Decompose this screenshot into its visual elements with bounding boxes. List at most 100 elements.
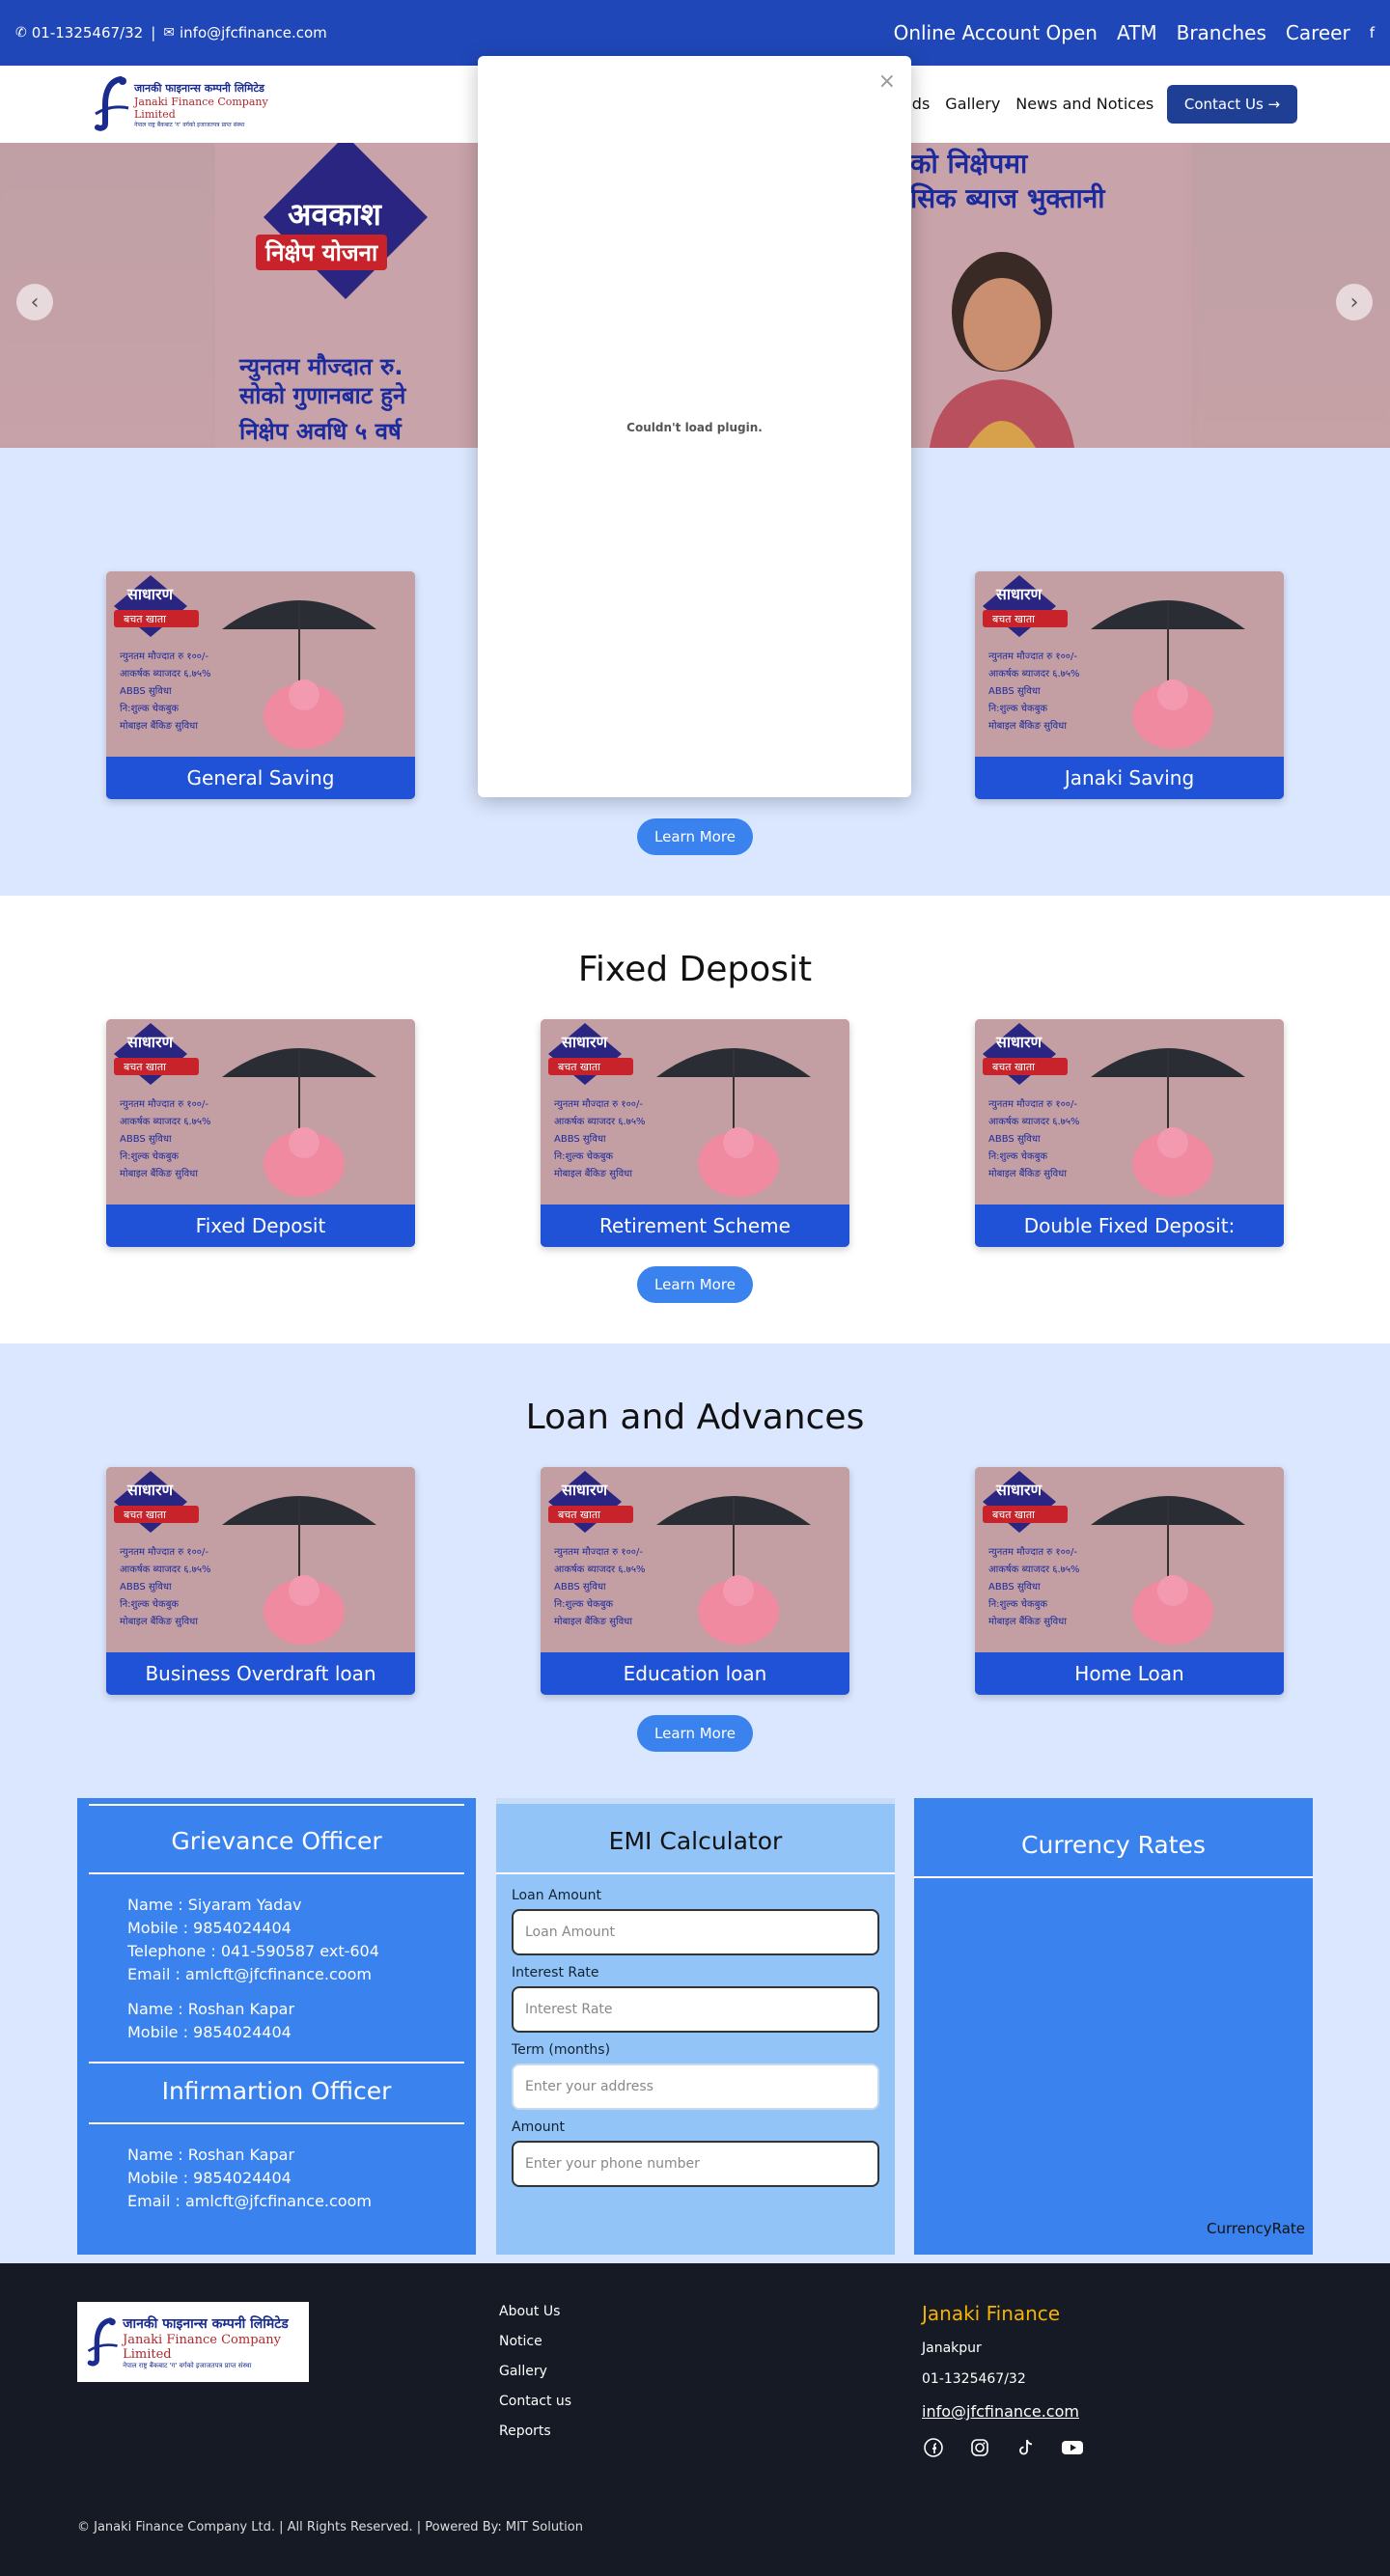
logo-english-name: Janaki Finance Company Limited — [123, 2332, 281, 2362]
career-link[interactable]: Career — [1286, 21, 1350, 44]
card-feature: न्युनतम मौज्दात रु १००/- — [988, 1099, 1077, 1110]
grievance-title: Grievance Officer — [89, 1804, 464, 1874]
card-feature: ABBS सुविधा — [988, 1582, 1041, 1593]
facebook-icon[interactable] — [922, 2436, 945, 2459]
card-badge: साधारण — [562, 1481, 608, 1499]
footer-phone: 01-1325467/32 — [922, 2371, 1026, 2387]
card-badge: साधारण — [127, 1033, 174, 1051]
slide-heading-1: को निक्षेपमा — [910, 148, 1028, 180]
nav-item-gallery[interactable]: Gallery — [945, 95, 1000, 113]
slide-title: अवकाश — [288, 196, 381, 233]
product-card[interactable]: साधारण बचत खाता न्युनतम मौज्दात रु १००/-… — [106, 1019, 415, 1247]
card-feature: नि:शुल्क चेकबुक — [988, 1151, 1048, 1162]
grievance-line: Telephone : 041-590587 ext-604 — [127, 1942, 379, 1960]
card-feature: मोबाइल बैंकिङ सुविधा — [554, 1617, 632, 1627]
card-feature: न्युनतम मौज्दात रु १००/- — [554, 1099, 643, 1110]
card-badge: साधारण — [127, 1481, 174, 1499]
instagram-icon[interactable] — [968, 2436, 991, 2459]
atm-link[interactable]: ATM — [1117, 21, 1157, 44]
online-account-link[interactable]: Online Account Open — [894, 21, 1098, 44]
section-title: Loan and Advances — [525, 1398, 865, 1437]
loan-section: Loan and Advances साधारण बचत खाता न्युनत… — [0, 1343, 1390, 1792]
grievance-line: Mobile : 9854024404 — [127, 2023, 292, 2041]
top-contact-info: ✆ 01-1325467/32 | ✉ info@jfcfinance.com — [15, 24, 327, 42]
close-icon[interactable]: × — [878, 69, 896, 94]
card-badge-sub: बचत खाता — [992, 1509, 1035, 1521]
footer-link-contact[interactable]: Contact us — [499, 2394, 571, 2409]
logo-mark-icon — [92, 75, 132, 133]
section-title: Fixed Deposit — [577, 950, 813, 989]
footer-link-about[interactable]: About Us — [499, 2304, 571, 2319]
top-links: Online Account Open ATM Branches Career … — [894, 21, 1375, 44]
footer-link-gallery[interactable]: Gallery — [499, 2364, 571, 2379]
card-badge: साधारण — [562, 1033, 608, 1051]
learn-more-button[interactable]: Learn More — [637, 1266, 753, 1303]
card-feature: नि:शुल्क चेकबुक — [988, 704, 1048, 714]
youtube-icon[interactable] — [1061, 2436, 1084, 2459]
card-title: Double Fixed Deposit: — [975, 1205, 1284, 1247]
card-badge-sub: बचत खाता — [558, 1061, 600, 1073]
card-feature: ABBS सुविधा — [120, 686, 172, 697]
company-logo[interactable]: जानकी फाइनान्स कम्पनी लिमिटेड Janaki Fin… — [92, 75, 270, 133]
product-card[interactable]: साधारण बचत खाता न्युनतम मौज्दात रु १००/-… — [975, 1467, 1284, 1695]
slide-line-3: निक्षेप अवधि ५ वर्ष — [239, 418, 402, 445]
branches-link[interactable]: Branches — [1177, 21, 1266, 44]
amount-input[interactable]: Enter your phone number — [512, 2141, 879, 2187]
slider-prev-button[interactable]: ‹ — [16, 284, 53, 320]
product-card[interactable]: साधारण बचत खाता न्युनतम मौज्दात रु १००/-… — [975, 571, 1284, 799]
card-feature: मोबाइल बैंकिङ सुविधा — [120, 1169, 198, 1179]
product-card[interactable]: साधारण बचत खाता न्युनतम मौज्दात रु १००/-… — [541, 1019, 849, 1247]
footer-link-notice[interactable]: Notice — [499, 2334, 571, 2349]
card-feature: आकर्षक ब्याजदर ६.७५% — [120, 669, 211, 679]
phone-contact[interactable]: ✆ 01-1325467/32 — [15, 24, 143, 42]
tiktok-icon[interactable] — [1015, 2436, 1038, 2459]
footer-link-reports[interactable]: Reports — [499, 2424, 571, 2439]
interest-rate-input[interactable]: Interest Rate — [512, 1986, 879, 2033]
card-title: Education loan — [541, 1652, 849, 1695]
nav-menu: ads Gallery News and Notices — [903, 95, 1154, 113]
card-badge-sub: बचत खाता — [124, 1061, 166, 1073]
grievance-line: Mobile : 9854024404 — [127, 1919, 292, 1937]
card-feature: नि:शुल्क चेकबुक — [988, 1599, 1048, 1610]
footer-email-link[interactable]: info@jfcfinance.com — [922, 2402, 1084, 2421]
plugin-popup: × Couldn't load plugin. — [478, 56, 911, 797]
card-title: Business Overdraft loan — [106, 1652, 415, 1695]
product-card[interactable]: साधारण बचत खाता न्युनतम मौज्दात रु १००/-… — [106, 1467, 415, 1695]
logo-tagline: नेपाल राष्ट्र बैंकबाट 'ग' वर्गको इजाजतपत… — [123, 2361, 252, 2369]
card-feature: आकर्षक ब्याजदर ६.७५% — [120, 1117, 211, 1127]
card-badge-sub: बचत खाता — [992, 613, 1035, 625]
grievance-line: Name : Siyaram Yadav — [127, 1896, 302, 1914]
learn-more-button[interactable]: Learn More — [637, 1715, 753, 1752]
card-feature: नि:शुल्क चेकबुक — [120, 704, 180, 714]
footer-contact: Janaki Finance Janakpur 01-1325467/32 in… — [922, 2302, 1084, 2459]
footer-address: Janakpur — [922, 2341, 982, 2356]
card-feature: आकर्षक ब्याजदर ६.७५% — [988, 1565, 1080, 1575]
contact-us-button[interactable]: Contact Us → — [1167, 85, 1297, 124]
email-text: info@jfcfinance.com — [179, 24, 327, 42]
slider-next-button[interactable]: › — [1336, 284, 1373, 320]
slide-heading-2: सिक ब्याज भुक्तानी — [910, 182, 1105, 214]
product-card[interactable]: साधारण बचत खाता न्युनतम मौज्दात रु १००/-… — [541, 1467, 849, 1695]
card-badge-sub: बचत खाता — [124, 613, 166, 625]
card-title: Janaki Saving — [975, 757, 1284, 799]
card-badge: साधारण — [127, 585, 174, 603]
term-input[interactable]: Enter your address — [512, 2064, 879, 2110]
footer-logo[interactable]: जानकी फाइनान्स कम्पनी लिमिटेड Janaki Fin… — [77, 2302, 309, 2382]
card-feature: नि:शुल्क चेकबुक — [554, 1599, 614, 1610]
grievance-line: Email : amlcft@jfcfinance.coom — [127, 1965, 372, 1983]
card-badge-sub: बचत खाता — [992, 1061, 1035, 1073]
product-card[interactable]: साधारण बचत खाता न्युनतम मौज्दात रु १००/-… — [975, 1019, 1284, 1247]
card-feature: न्युनतम मौज्दात रु १००/- — [120, 1547, 208, 1558]
slide-line-2: सोको गुणानबाट हुने — [239, 382, 406, 409]
info-line: Email : amlcft@jfcfinance.coom — [127, 2192, 372, 2210]
facebook-icon[interactable]: f — [1370, 24, 1375, 42]
card-feature: न्युनतम मौज्दात रु १००/- — [988, 1547, 1077, 1558]
loan-amount-input[interactable]: Loan Amount — [512, 1909, 879, 1955]
learn-more-button[interactable]: Learn More — [637, 818, 753, 855]
card-feature: आकर्षक ब्याजदर ६.७५% — [988, 669, 1080, 679]
card-feature: ABBS सुविधा — [554, 1582, 606, 1593]
emi-calculator-box: EMI Calculator Loan Amount Loan Amount I… — [496, 1798, 895, 2255]
nav-item-news[interactable]: News and Notices — [1015, 95, 1154, 113]
email-contact[interactable]: ✉ info@jfcfinance.com — [163, 24, 327, 42]
product-card[interactable]: साधारण बचत खाता न्युनतम मौज्दात रु १००/-… — [106, 571, 415, 799]
